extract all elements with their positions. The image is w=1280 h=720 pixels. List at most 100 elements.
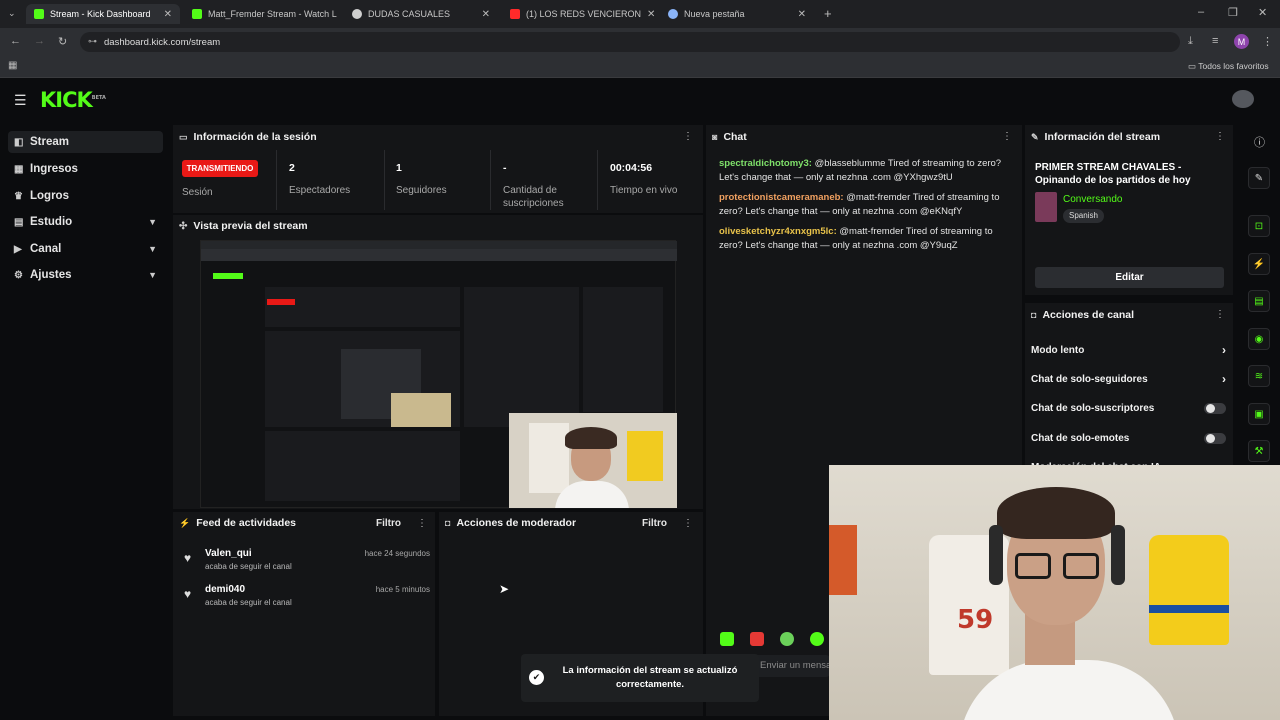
sidebar-item-ingresos[interactable]: ▦ Ingresos	[8, 158, 163, 180]
new-tab-favicon-icon	[668, 9, 678, 19]
studio-icon: ▤	[14, 216, 24, 228]
kick-logo[interactable]: KICKBETA	[40, 88, 106, 112]
info-icon[interactable]: ⓘ	[1254, 134, 1265, 150]
browser-tab-2[interactable]: Matt_Fremder Stream - Watch L ✕	[184, 4, 338, 24]
action-label: Chat de solo-emotes	[1031, 432, 1130, 444]
sidebar-item-stream[interactable]: ◧ Stream	[8, 131, 163, 153]
broadcast-icon[interactable]: ≋	[1248, 365, 1270, 387]
edit-icon[interactable]: ✎	[1248, 167, 1270, 189]
panel-title: Información de la sesión	[193, 131, 317, 143]
layout-icon[interactable]: ▣	[1248, 403, 1270, 425]
menu-dots-icon[interactable]: ⋮	[1262, 35, 1273, 48]
forward-icon[interactable]: →	[34, 35, 45, 47]
chat-username[interactable]: olivesketchyzr4xnxgm5lc:	[719, 226, 837, 237]
address-bar[interactable]: ⊶ dashboard.kick.com/stream	[80, 32, 1180, 52]
language-tag: Spanish	[1063, 209, 1104, 223]
browser-tab-1[interactable]: Stream - Kick Dashboard ✕	[26, 4, 180, 24]
screenshot-icon[interactable]: ⊡	[1248, 215, 1270, 237]
new-tab-icon[interactable]: +	[824, 6, 832, 21]
chat-username[interactable]: protectionistcameramaneb:	[719, 192, 844, 203]
sidebar-item-label: Ajustes	[30, 269, 72, 281]
wrench-icon: ✎	[1031, 131, 1039, 142]
feed-filter-button[interactable]: Filtro	[376, 518, 401, 529]
preview-panel-header: ✣ Vista previa del stream	[173, 214, 703, 238]
stream-title: PRIMER STREAM CHAVALES - Opinando de los…	[1035, 162, 1191, 186]
divider	[384, 150, 385, 210]
profile-avatar[interactable]: M	[1234, 34, 1249, 49]
webcam-overlay: 59	[829, 465, 1280, 720]
emote-icon[interactable]	[750, 632, 764, 646]
bookmarks-bar: ▦ ▭ Todos los favoritos	[0, 56, 1280, 78]
sidebar-item-logros[interactable]: ♛ Logros	[8, 185, 163, 207]
reload-icon[interactable]: ↻	[58, 35, 67, 48]
close-tab-icon[interactable]: ✕	[482, 9, 490, 20]
browser-tab-5[interactable]: Nueva pestaña ✕	[660, 4, 814, 24]
divider	[490, 150, 491, 210]
document-icon[interactable]: ▤	[1248, 290, 1270, 312]
category-link[interactable]: Conversando	[1063, 194, 1122, 205]
chat-username[interactable]: spectraldichotomy3:	[719, 158, 812, 169]
kebab-menu-icon[interactable]: ⋮	[683, 518, 693, 529]
url-text: dashboard.kick.com/stream	[104, 36, 221, 48]
chat-message: spectraldichotomy3: @blasseblumme Tired …	[719, 157, 1009, 184]
subscriptions-stat: - Cantidad de suscripciones	[503, 162, 588, 210]
panel-title: Acciones de moderador	[456, 517, 577, 529]
glasses-left	[1015, 553, 1051, 579]
jersey-number: 59	[957, 605, 994, 635]
hair-shape	[565, 427, 617, 449]
edit-stream-button[interactable]: Editar	[1035, 267, 1224, 288]
sidebar-item-label: Canal	[30, 243, 62, 255]
minimize-icon[interactable]: –	[1198, 6, 1204, 18]
wrench-icon[interactable]: ⚒	[1248, 440, 1270, 462]
chat-bubble-icon[interactable]: ◉	[1248, 328, 1270, 350]
sidebar-item-ajustes[interactable]: ⚙ Ajustes ▼	[8, 264, 163, 286]
site-info-icon[interactable]: ⊶	[88, 36, 97, 47]
tab-list-icon[interactable]: ⌄	[8, 8, 16, 19]
follower-name[interactable]: Valen_qui	[205, 548, 252, 559]
followers-only-row[interactable]: Chat de solo-seguidores ›	[1031, 370, 1226, 388]
kebab-menu-icon[interactable]: ⋮	[1002, 131, 1012, 142]
trophy-icon: ♛	[14, 190, 23, 202]
stream-preview-video[interactable]	[200, 240, 677, 508]
activity-text: acaba de seguir el canal	[205, 562, 292, 571]
close-window-icon[interactable]: ✕	[1258, 6, 1267, 19]
bolt-icon[interactable]: ⚡	[1248, 253, 1270, 275]
moderator-filter-button[interactable]: Filtro	[642, 518, 667, 529]
apps-grid-icon[interactable]: ▦	[8, 60, 17, 71]
action-label: Chat de solo-seguidores	[1031, 373, 1148, 385]
close-tab-icon[interactable]: ✕	[647, 9, 655, 20]
back-icon[interactable]: ←	[10, 35, 21, 47]
money-icon: ▦	[14, 163, 24, 175]
all-bookmarks-label: Todos los favoritos	[1198, 61, 1269, 71]
emote-icon[interactable]	[780, 632, 794, 646]
sidebar-item-canal[interactable]: ▶ Canal ▼	[8, 238, 163, 260]
kebab-menu-icon[interactable]: ⋮	[683, 131, 693, 142]
channel-actions-panel	[1025, 303, 1233, 473]
emote-icon[interactable]	[810, 632, 824, 646]
close-tab-icon[interactable]: ✕	[164, 9, 172, 20]
emote-icon[interactable]	[720, 632, 734, 646]
kebab-menu-icon[interactable]: ⋮	[417, 518, 427, 529]
hair-shape	[997, 487, 1115, 539]
download-icon[interactable]: ⤓	[1188, 35, 1193, 48]
user-avatar[interactable]	[1232, 90, 1254, 108]
follower-name[interactable]: demi040	[205, 584, 245, 595]
browser-tab-3[interactable]: DUDAS CASUALES ✕	[344, 4, 498, 24]
kebab-menu-icon[interactable]: ⋮	[1215, 309, 1225, 320]
browser-tab-4[interactable]: (1) LOS REDS VENCIERON ✕	[502, 4, 656, 24]
subscribers-only-toggle[interactable]	[1204, 402, 1226, 414]
session-label: Sesión	[182, 187, 213, 198]
slow-mode-row[interactable]: Modo lento ›	[1031, 341, 1226, 359]
stat-label: Espectadores	[289, 185, 351, 196]
panel-title: Información del stream	[1044, 131, 1161, 143]
maximize-icon[interactable]: ❐	[1228, 6, 1238, 19]
toast-message: La información del stream se actualizó c…	[562, 665, 738, 690]
kebab-menu-icon[interactable]: ⋮	[1215, 131, 1225, 142]
hamburger-menu-icon[interactable]: ☰	[14, 92, 27, 109]
chevron-down-icon: ▼	[148, 270, 157, 280]
media-icon[interactable]: ≡	[1212, 35, 1218, 47]
emotes-only-toggle[interactable]	[1204, 432, 1226, 444]
all-bookmarks[interactable]: ▭ Todos los favoritos	[1188, 61, 1269, 72]
sidebar-item-estudio[interactable]: ▤ Estudio ▼	[8, 211, 163, 233]
close-tab-icon[interactable]: ✕	[798, 9, 806, 20]
